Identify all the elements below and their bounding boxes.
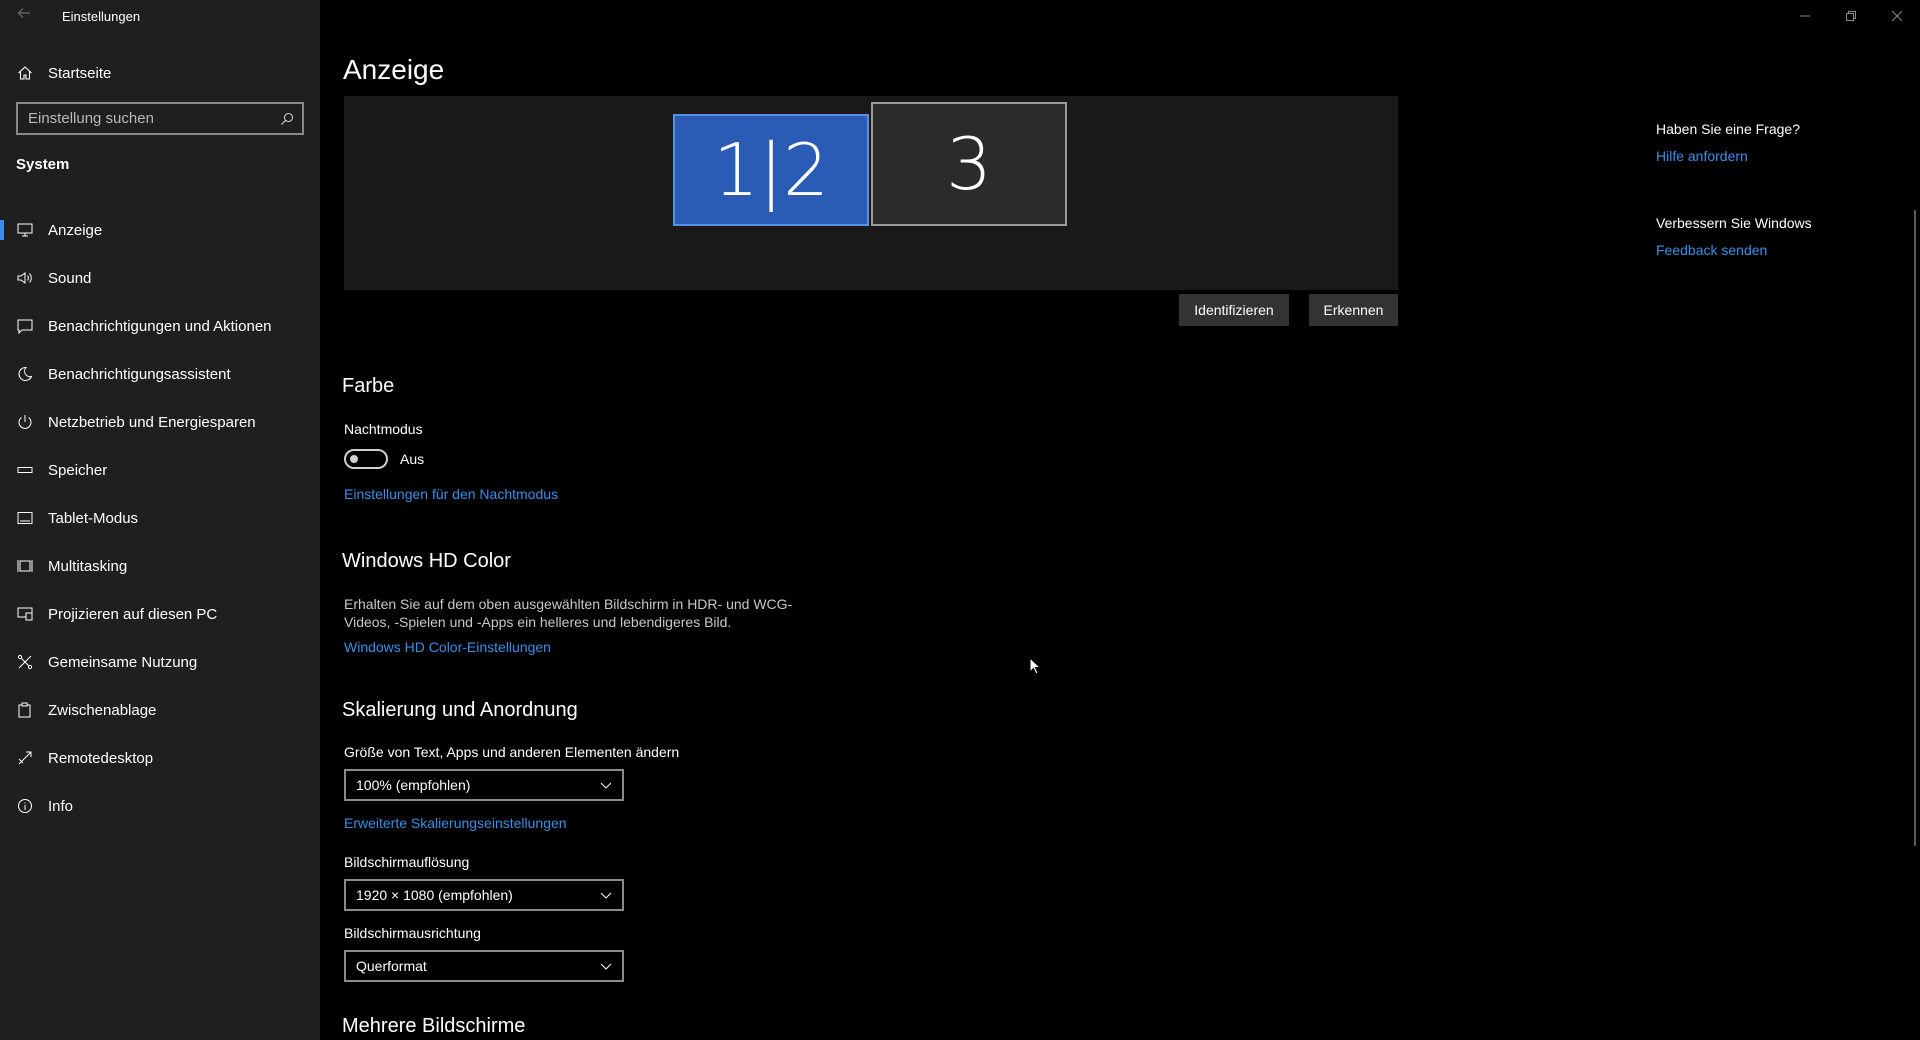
sidebar: Einstellungen Startseite System Anzeige … (0, 0, 320, 1040)
sidebar-item-speicher[interactable]: Speicher (0, 446, 320, 494)
chevron-down-icon (600, 892, 612, 899)
sidebar-item-label: Info (48, 797, 74, 815)
identify-button[interactable]: Identifizieren (1179, 294, 1289, 326)
titlebar-left: Einstellungen (0, 0, 320, 32)
search-box[interactable] (16, 102, 304, 135)
night-mode-label: Nachtmodus (344, 421, 423, 437)
sidebar-item-label: Projizieren auf diesen PC (48, 605, 218, 623)
main-content: Anzeige 1|2 3 Identifizieren Erkennen Fa… (320, 0, 1920, 1040)
night-mode-toggle[interactable] (344, 449, 388, 469)
scaling-dropdown-value: 100% (empfohlen) (356, 777, 471, 793)
sidebar-item-home[interactable]: Startseite (0, 58, 320, 88)
sidebar-item-label: Benachrichtigungen und Aktionen (48, 317, 272, 335)
night-mode-settings-link[interactable]: Einstellungen für den Nachtmodus (344, 486, 558, 502)
hdr-description: Erhalten Sie auf dem oben ausgewählten B… (344, 596, 793, 630)
notification-icon (0, 318, 48, 334)
mouse-cursor-icon (1029, 657, 1041, 675)
sidebar-item-zwischenablage[interactable]: Zwischenablage (0, 686, 320, 734)
speaker-icon (0, 270, 48, 286)
restore-icon (1846, 11, 1856, 21)
close-button[interactable] (1874, 0, 1920, 32)
chevron-down-icon (600, 782, 612, 789)
sidebar-item-info[interactable]: Info (0, 782, 320, 830)
sidebar-item-anzeige[interactable]: Anzeige (0, 206, 320, 254)
detect-button[interactable]: Erkennen (1309, 294, 1398, 326)
home-label: Startseite (48, 64, 112, 82)
sidebar-item-netzbetrieb[interactable]: Netzbetrieb und Energiesparen (0, 398, 320, 446)
storage-icon (0, 462, 48, 478)
sidebar-item-label: Zwischenablage (48, 701, 157, 719)
moon-icon (0, 366, 48, 382)
scaling-heading: Skalierung und Anordnung (342, 699, 578, 721)
multi-display-heading: Mehrere Bildschirme (342, 1015, 526, 1037)
sidebar-item-label: Benachrichtigungsassistent (48, 365, 231, 383)
sidebar-item-tablet-modus[interactable]: Tablet-Modus (0, 494, 320, 542)
close-icon (1892, 11, 1902, 21)
orientation-dropdown[interactable]: Querformat (344, 950, 624, 982)
power-icon (0, 414, 48, 430)
scaling-size-label: Größe von Text, Apps und anderen Element… (344, 744, 680, 760)
question-heading: Haben Sie eine Frage? (1656, 121, 1800, 137)
search-icon[interactable] (272, 112, 302, 126)
sidebar-item-benachrichtigungen[interactable]: Benachrichtigungen und Aktionen (0, 302, 320, 350)
sidebar-item-multitasking[interactable]: Multitasking (0, 542, 320, 590)
sidebar-item-label: Speicher (48, 461, 108, 479)
hdr-heading: Windows HD Color (342, 550, 511, 572)
resolution-dropdown-value: 1920 × 1080 (empfohlen) (356, 887, 513, 903)
back-arrow-icon (17, 8, 30, 18)
sidebar-item-label: Netzbetrieb und Energiesparen (48, 413, 256, 431)
home-icon (0, 65, 48, 81)
scaling-dropdown[interactable]: 100% (empfohlen) (344, 769, 624, 801)
minimize-icon (1800, 15, 1810, 17)
minimize-button[interactable] (1782, 0, 1828, 32)
section-label-system: System (16, 156, 70, 173)
restore-button[interactable] (1828, 0, 1874, 32)
sidebar-item-sound[interactable]: Sound (0, 254, 320, 302)
sidebar-item-label: Sound (48, 269, 92, 287)
scrollbar[interactable] (1914, 210, 1916, 846)
monitor-icon (0, 222, 48, 238)
sidebar-item-label: Remotedesktop (48, 749, 154, 767)
app-title: Einstellungen (62, 9, 141, 24)
page-title: Anzeige (343, 54, 445, 85)
color-heading: Farbe (342, 375, 395, 397)
project-icon (0, 606, 48, 622)
help-link[interactable]: Hilfe anfordern (1656, 148, 1748, 164)
sidebar-nav: Anzeige Sound Benachrichtigungen und Akt… (0, 206, 320, 830)
monitor-1-2[interactable]: 1|2 (673, 114, 869, 226)
sidebar-item-gemeinsame-nutzung[interactable]: Gemeinsame Nutzung (0, 638, 320, 686)
sidebar-item-projizieren[interactable]: Projizieren auf diesen PC (0, 590, 320, 638)
orientation-dropdown-value: Querformat (356, 958, 427, 974)
remote-icon (0, 750, 48, 766)
back-button[interactable] (12, 4, 36, 28)
advanced-scaling-link[interactable]: Erweiterte Skalierungseinstellungen (344, 815, 567, 831)
chevron-down-icon (600, 963, 612, 970)
resolution-dropdown[interactable]: 1920 × 1080 (empfohlen) (344, 879, 624, 911)
sidebar-item-label: Anzeige (48, 221, 103, 239)
improve-heading: Verbessern Sie Windows (1656, 215, 1812, 231)
orientation-label: Bildschirmausrichtung (344, 925, 481, 941)
sidebar-item-label: Multitasking (48, 557, 128, 575)
night-mode-state: Aus (400, 451, 425, 467)
toggle-knob (350, 455, 358, 463)
tablet-icon (0, 510, 48, 526)
multitasking-icon (0, 558, 48, 574)
sidebar-item-remotedesktop[interactable]: Remotedesktop (0, 734, 320, 782)
share-icon (0, 654, 48, 670)
monitor-3[interactable]: 3 (871, 102, 1067, 226)
sidebar-item-benachrichtigungsassistent[interactable]: Benachrichtigungsassistent (0, 350, 320, 398)
resolution-label: Bildschirmauflösung (344, 854, 470, 870)
search-input[interactable] (18, 110, 272, 127)
hdr-settings-link[interactable]: Windows HD Color-Einstellungen (344, 639, 551, 655)
display-arrangement[interactable]: 1|2 3 (344, 96, 1398, 290)
sidebar-item-label: Gemeinsame Nutzung (48, 653, 198, 671)
feedback-link[interactable]: Feedback senden (1656, 242, 1767, 258)
clipboard-icon (0, 702, 48, 718)
window-controls (1782, 0, 1920, 32)
info-icon (0, 798, 48, 814)
sidebar-item-label: Tablet-Modus (48, 509, 139, 527)
